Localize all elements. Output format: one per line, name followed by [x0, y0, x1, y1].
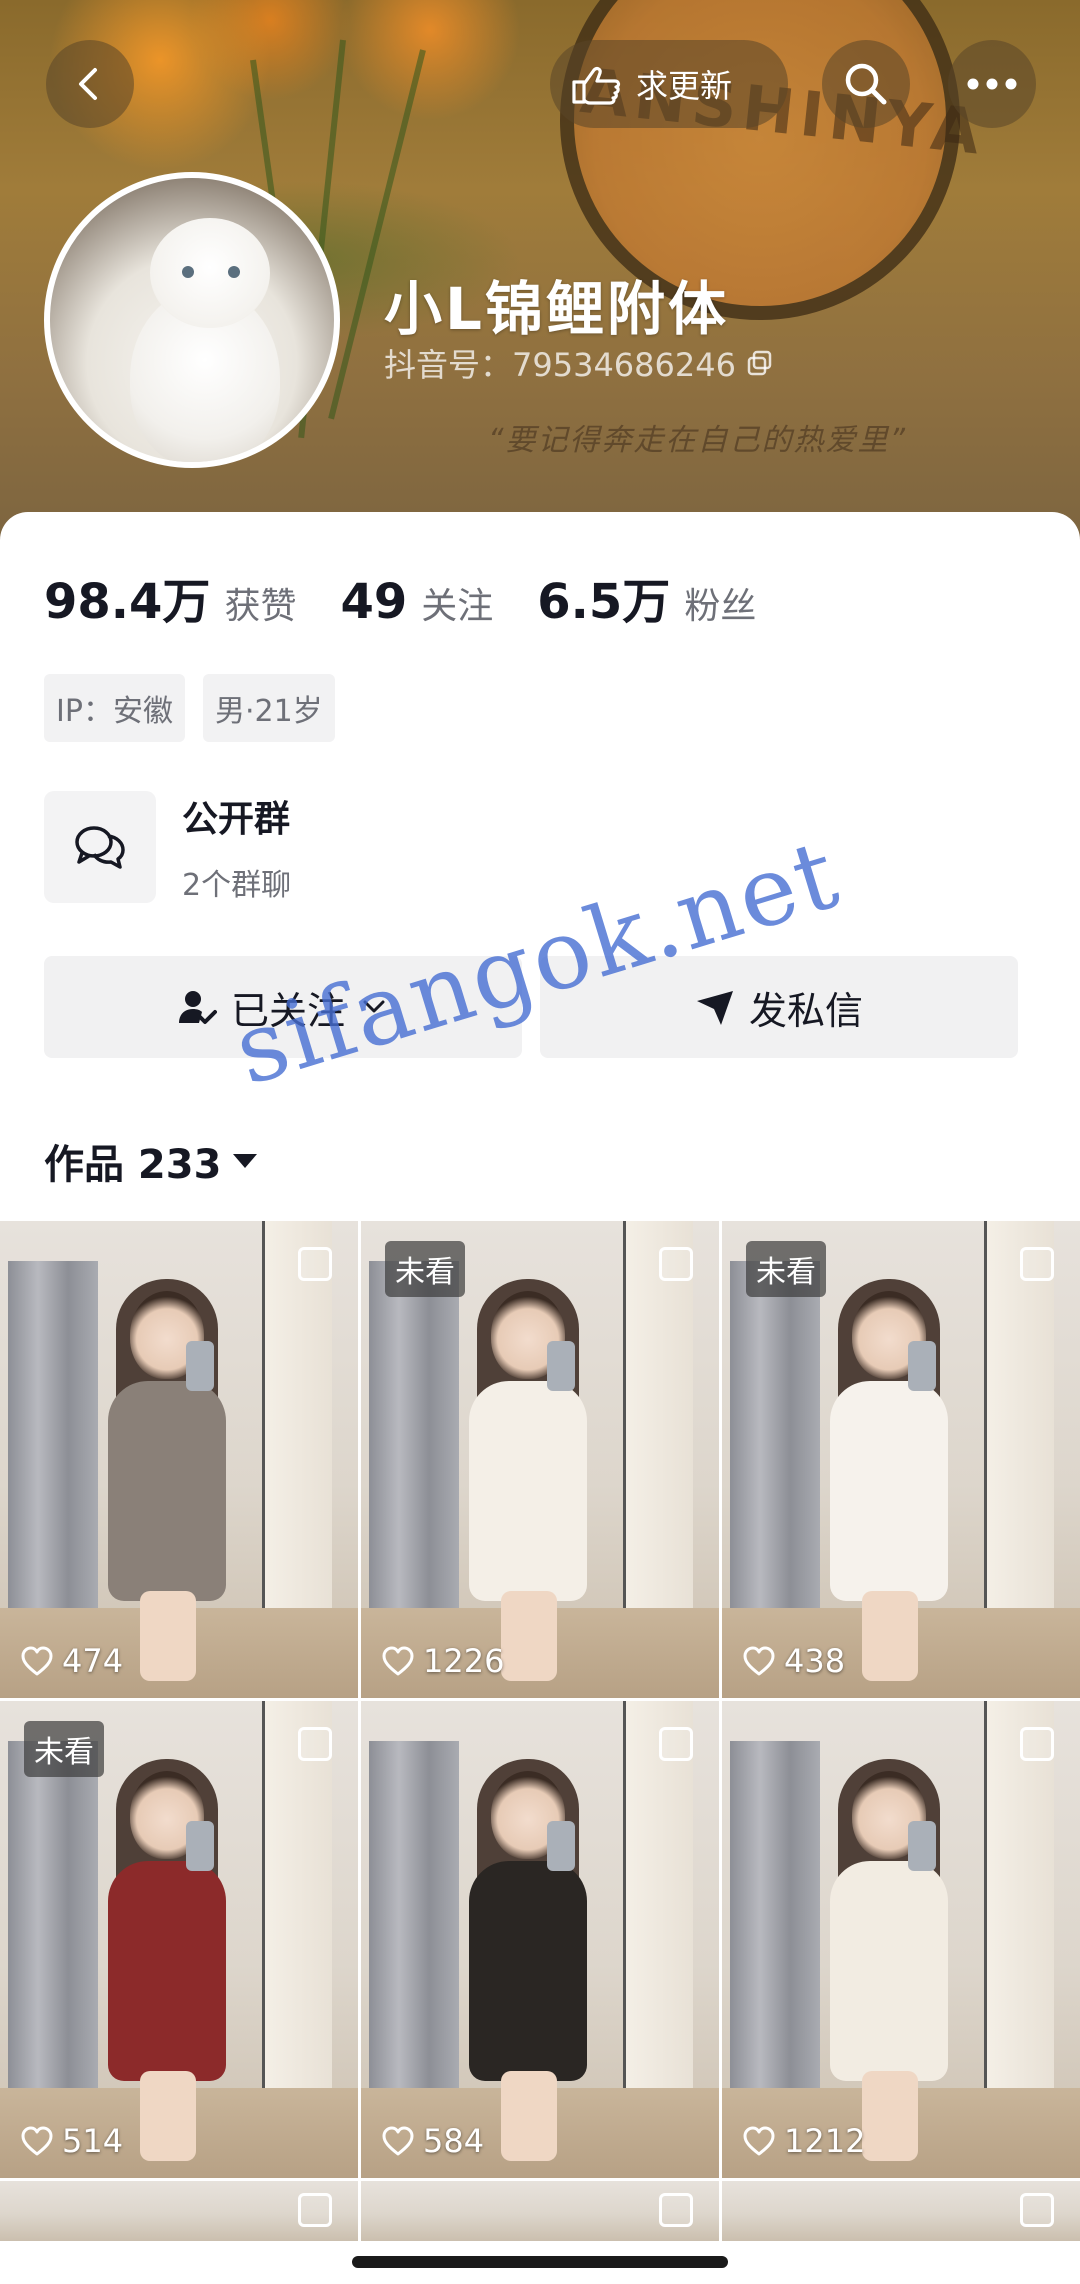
group-title: 公开群: [182, 799, 291, 840]
tag-ip: IP：安徽: [44, 674, 185, 742]
public-group-entry[interactable]: 公开群 2个群聊: [44, 790, 291, 904]
stat-label: 获赞: [224, 586, 297, 627]
stat-value: 6.5万: [537, 574, 671, 630]
heart-icon: [21, 2126, 53, 2156]
video-likes: 1226: [381, 1642, 504, 1680]
group-chat-icon: [44, 791, 156, 903]
home-indicator[interactable]: [352, 2256, 728, 2268]
video-likes: 1212: [742, 2122, 865, 2160]
search-button[interactable]: [822, 40, 910, 128]
stat-value: 49: [340, 574, 408, 630]
tag-gender-age: 男·21岁: [202, 674, 335, 742]
unseen-badge: 未看: [385, 1241, 465, 1297]
action-buttons: 已关注 发私信: [44, 956, 1018, 1058]
likes-count: 1212: [784, 2122, 866, 2160]
video-likes: 438: [742, 1642, 845, 1680]
request-update-button[interactable]: 求更新: [550, 40, 788, 128]
select-checkbox[interactable]: [659, 1727, 693, 1761]
send-icon: [696, 991, 733, 1025]
more-button[interactable]: [948, 40, 1036, 128]
likes-count: 1226: [423, 1642, 505, 1680]
works-tab-label: 作品 233: [44, 1142, 222, 1188]
banner-quote: “要记得奔走在自己的热爱里”: [488, 423, 908, 458]
stat-following[interactable]: 49 关注: [340, 574, 493, 630]
select-checkbox[interactable]: [1020, 1727, 1054, 1761]
send-message-label: 发私信: [748, 988, 863, 1033]
select-checkbox[interactable]: [659, 1247, 693, 1281]
back-button[interactable]: [46, 40, 134, 128]
video-thumbnail[interactable]: 未看 438: [722, 1221, 1080, 1698]
send-message-button[interactable]: 发私信: [540, 956, 1018, 1058]
search-icon: [845, 63, 887, 105]
likes-count: 474: [62, 1642, 124, 1680]
select-checkbox[interactable]: [1020, 2193, 1054, 2227]
stat-followers[interactable]: 6.5万 粉丝: [537, 562, 756, 632]
video-thumbnail-partial[interactable]: [722, 2181, 1080, 2241]
select-checkbox[interactable]: [298, 1247, 332, 1281]
stat-likes[interactable]: 98.4万 获赞: [44, 562, 296, 632]
heart-icon: [743, 1646, 775, 1676]
avatar[interactable]: [44, 172, 340, 468]
chevron-left-icon: [79, 68, 97, 100]
profile-tags: IP：安徽 男·21岁: [44, 674, 335, 742]
video-thumbnail[interactable]: 未看 1226: [361, 1221, 719, 1698]
chevron-down-icon: [363, 1000, 385, 1013]
stat-label: 粉丝: [684, 586, 757, 627]
douyin-id-text: 抖音号：79534686246: [384, 346, 736, 384]
video-thumbnail-partial[interactable]: [0, 2181, 358, 2241]
likes-count: 514: [62, 2122, 124, 2160]
hand-point-icon: [572, 66, 621, 105]
select-checkbox[interactable]: [298, 2193, 332, 2227]
tab-works[interactable]: 作品 233: [44, 1132, 259, 1190]
unseen-badge: 未看: [746, 1241, 826, 1297]
unseen-badge: 未看: [24, 1721, 104, 1777]
group-subtitle: 2个群聊: [182, 868, 292, 903]
video-thumbnail[interactable]: 584: [361, 1701, 719, 2178]
select-checkbox[interactable]: [1020, 1247, 1054, 1281]
following-button[interactable]: 已关注: [44, 956, 522, 1058]
user-check-icon: [178, 991, 217, 1024]
likes-count: 438: [784, 1642, 846, 1680]
heart-icon: [382, 2126, 414, 2156]
stat-label: 关注: [421, 586, 494, 627]
video-grid: 474 未看 1226 未看 438 未看 514 584 1212: [0, 1221, 1080, 2241]
video-likes: 514: [20, 2122, 123, 2160]
select-checkbox[interactable]: [298, 1727, 332, 1761]
douyin-id: 抖音号：79534686246: [384, 340, 774, 386]
video-thumbnail[interactable]: 474: [0, 1221, 358, 1698]
heart-icon: [743, 2126, 775, 2156]
select-checkbox[interactable]: [659, 2193, 693, 2227]
video-likes: 474: [20, 1642, 123, 1680]
video-thumbnail-partial[interactable]: [361, 2181, 719, 2241]
video-thumbnail[interactable]: 未看 514: [0, 1701, 358, 2178]
video-likes: 584: [381, 2122, 484, 2160]
heart-icon: [21, 1646, 53, 1676]
caret-down-icon: [233, 1154, 258, 1168]
stats-row: 98.4万 获赞 49 关注 6.5万 粉丝: [44, 562, 756, 632]
stat-value: 98.4万: [44, 574, 211, 630]
copy-icon[interactable]: [746, 349, 774, 377]
following-label: 已关注: [230, 988, 345, 1033]
profile-name: 小L锦鲤附体: [384, 275, 729, 343]
heart-icon: [382, 1646, 414, 1676]
request-update-label: 求更新: [636, 67, 733, 105]
video-thumbnail[interactable]: 1212: [722, 1701, 1080, 2178]
more-dots-icon: [967, 78, 1017, 90]
likes-count: 584: [423, 2122, 485, 2160]
